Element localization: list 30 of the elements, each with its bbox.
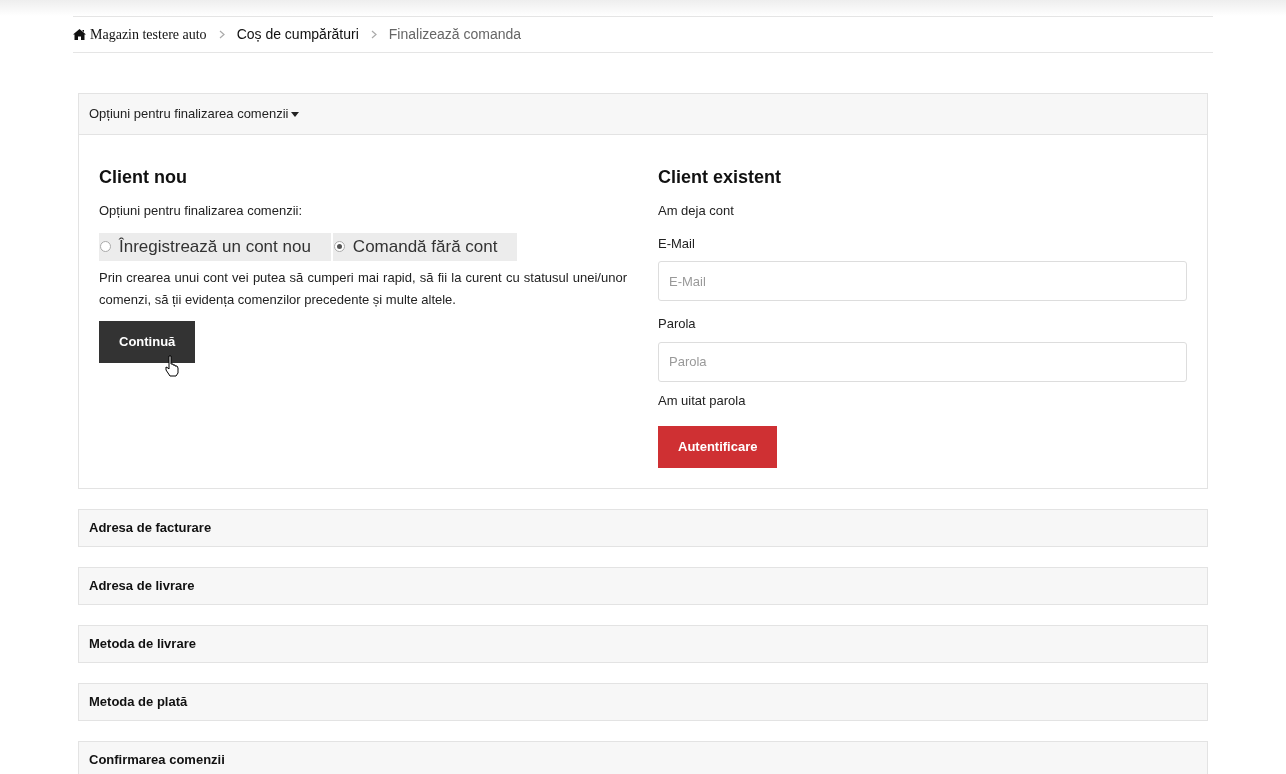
continue-button[interactable]: Continuă bbox=[99, 320, 196, 363]
breadcrumb-current: Finalizează comanda bbox=[388, 25, 522, 44]
breadcrumb-link[interactable]: Coș de cumpărături bbox=[236, 24, 359, 45]
collapsed-panel-header[interactable]: Adresa de livrare bbox=[78, 567, 1208, 605]
input-field[interactable]: Parola bbox=[658, 341, 1187, 382]
subtitle-text: Am deja cont bbox=[658, 202, 735, 220]
chevron-right-icon bbox=[218, 30, 225, 39]
breadcrumb-link[interactable]: Magazin testere auto bbox=[73, 24, 207, 45]
field-label: Parola bbox=[658, 315, 697, 333]
panel-header[interactable]: Opțiuni pentru finalizarea comenzii bbox=[79, 94, 1207, 135]
collapsed-panel-header[interactable]: Confirmarea comenzii bbox=[78, 741, 1208, 774]
section-heading: Client existent bbox=[658, 166, 783, 189]
field-label: E-Mail bbox=[658, 234, 696, 253]
radio-option[interactable]: Comandă fără cont bbox=[332, 232, 518, 261]
hand-cursor-icon bbox=[165, 354, 179, 377]
chevron-right-icon bbox=[370, 30, 377, 39]
home-icon bbox=[73, 29, 86, 40]
radio-button[interactable] bbox=[333, 241, 345, 252]
caret-icon bbox=[291, 111, 300, 117]
collapsed-panel-header[interactable]: Metoda de livrare bbox=[78, 625, 1208, 663]
input-field[interactable]: E-Mail bbox=[658, 261, 1187, 301]
radio-option[interactable]: Înregistrează un cont nou bbox=[99, 232, 331, 261]
login-button[interactable]: Autentificare bbox=[658, 426, 778, 468]
forgot-password-link[interactable]: Am uitat parola bbox=[658, 390, 1187, 410]
section-heading: Client nou bbox=[99, 166, 188, 189]
account-benefits-text: Prin crearea unui cont vei putea să cumperi mai rapid, să fii la curent cu statusul unei/unor comenzi, să ții evidența comenzilor precedente și multe altele. bbox=[99, 268, 627, 309]
collapsed-panel-header[interactable]: Metoda de plată bbox=[78, 683, 1208, 721]
radio-button[interactable] bbox=[100, 241, 111, 252]
collapsed-panel-header[interactable]: Adresa de facturare bbox=[78, 509, 1208, 547]
options-prompt: Opțiuni pentru finalizarea comenzii: bbox=[99, 202, 304, 220]
